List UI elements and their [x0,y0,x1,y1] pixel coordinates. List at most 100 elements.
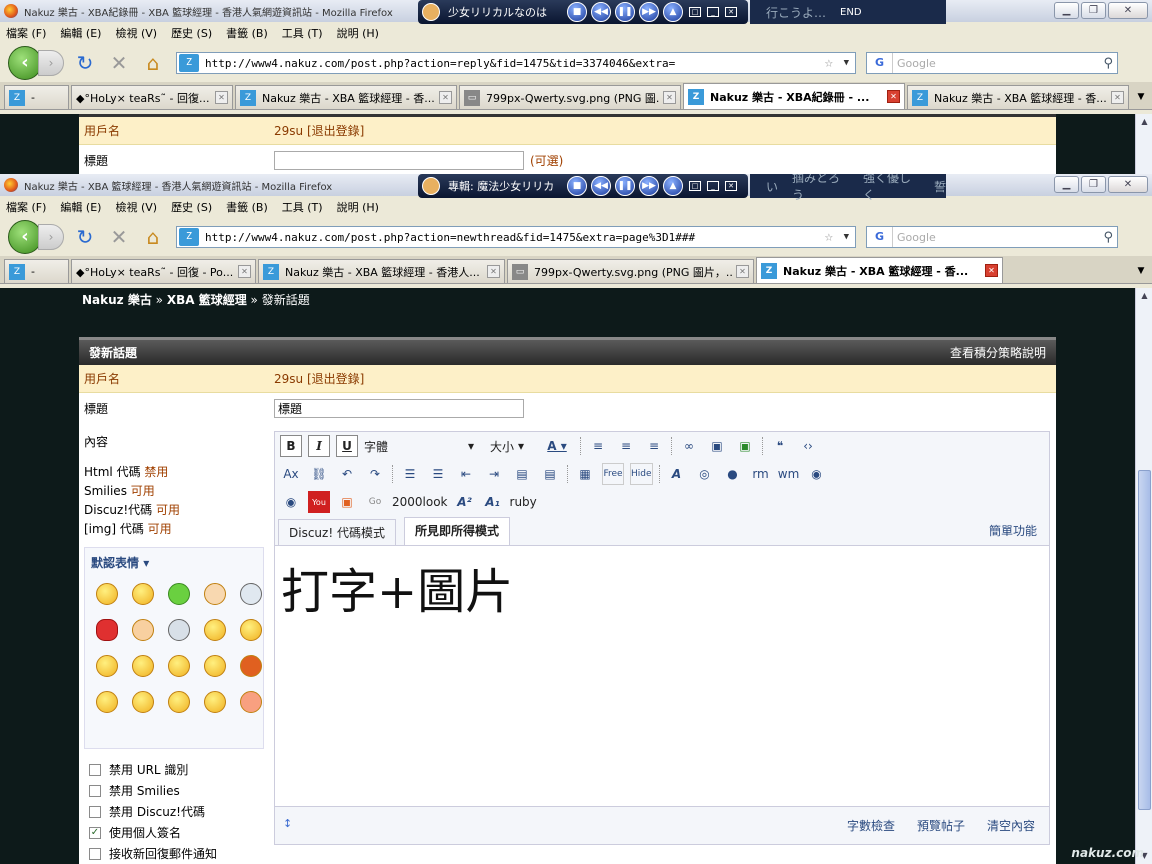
forward-button[interactable]: › [38,50,64,76]
tab-5[interactable]: Z Nakuz 樂古 - XBA紀錄冊 - ... ✕ [683,83,905,109]
happy-icon[interactable] [168,655,190,677]
underline-button[interactable]: U [336,435,358,457]
indent-icon[interactable]: ⇥ [483,463,505,485]
pause-icon[interactable]: ❚❚ [615,2,635,22]
back-button[interactable]: ‹ [8,46,42,80]
outdent-icon[interactable]: ⇤ [455,463,477,485]
link-icon[interactable]: ∞ [678,435,700,457]
tab-close-icon[interactable]: ✕ [215,91,228,104]
scroll-up-icon[interactable]: ▲ [1136,114,1152,130]
checkbox-checked[interactable]: ✓ [89,826,101,839]
ruby-button[interactable]: ruby [510,491,537,513]
forward-button[interactable]: › [38,224,64,250]
scrollbar[interactable]: ▲ ▼ [1135,288,1152,864]
option-disable-smilies[interactable]: 禁用 Smilies [84,780,269,801]
google-icon[interactable]: Go [364,491,386,513]
close-button[interactable]: ✕ [1108,176,1148,193]
breadcrumb-site[interactable]: Nakuz 樂古 [82,293,152,307]
image-icon[interactable]: ▣ [706,435,728,457]
ordered-list-icon[interactable]: ☰ [399,463,421,485]
reload-icon[interactable]: ↻ [72,225,98,249]
tab-close-icon[interactable]: ✕ [736,265,749,278]
tab-1[interactable]: Z- [4,85,69,109]
sad-icon[interactable] [132,655,154,677]
checkbox[interactable] [89,805,101,818]
stop-icon[interactable]: ✕ [106,51,132,75]
credit-policy-link[interactable]: 查看積分策略說明 [950,344,1046,361]
code-icon[interactable]: ‹› [797,435,819,457]
menu-view[interactable]: 檢視 (V) [115,25,157,41]
tab-close-icon[interactable]: ✕ [487,265,500,278]
menu-file[interactable]: 檔案 (F) [6,25,46,41]
video-icon[interactable]: ▣ [336,491,358,513]
scroll-thumb[interactable] [1138,470,1151,810]
menu-file[interactable]: 檔案 (F) [6,199,46,215]
align-left-icon[interactable]: ≡ [587,435,609,457]
scrollbar[interactable]: ▲ [1135,114,1152,174]
tab-close-icon[interactable]: ✕ [439,91,452,104]
media-icon[interactable]: ◉ [806,463,828,485]
checkbox[interactable] [89,763,101,776]
unordered-list-icon[interactable]: ☰ [427,463,449,485]
tab-wysiwyg-mode[interactable]: 所見即所得模式 [403,517,510,545]
hide-icon[interactable]: Hide [630,463,653,485]
menu-help[interactable]: 說明 (H) [337,25,379,41]
url-dropdown-icon[interactable]: ▼ [844,232,849,242]
phone-icon[interactable] [168,619,190,641]
player-minimize-icon[interactable]: _ [707,181,719,191]
option-disable-url[interactable]: 禁用 URL 識別 [84,759,269,780]
wmv-icon[interactable]: wm [778,463,800,485]
menu-history[interactable]: 歷史 (S) [171,199,212,215]
float-left-icon[interactable]: ▤ [511,463,533,485]
menu-view[interactable]: 檢視 (V) [115,199,157,215]
scroll-up-icon[interactable]: ▲ [1136,288,1152,304]
smilies-header[interactable]: 默認表情 ▾ [91,554,257,571]
tab-2[interactable]: ◆°HoLy× teaRs˜ - 回復... ✕ [71,85,233,109]
menu-edit[interactable]: 編輯 (E) [60,25,101,41]
close-button[interactable]: ✕ [1108,2,1148,19]
eject-icon[interactable]: ▲ [663,176,683,196]
shocked-icon[interactable] [240,691,262,713]
tab-6[interactable]: Z Nakuz 樂古 - XBA 籃球經理 - 香... ✕ [907,85,1129,109]
menu-tools[interactable]: 工具 (T) [282,199,323,215]
bold-button[interactable]: B [280,435,302,457]
sly-icon[interactable] [204,691,226,713]
tab-4[interactable]: ▭ 799px-Qwerty.svg.png (PNG 圖片，... ✕ [507,259,754,283]
url-dropdown-icon[interactable]: ▼ [844,58,849,68]
menu-edit[interactable]: 編輯 (E) [60,199,101,215]
menu-bookmarks[interactable]: 書籤 (B) [226,25,268,41]
tab-close-icon[interactable]: ✕ [1111,91,1124,104]
youtube-icon[interactable]: You [308,491,330,513]
forward-icon[interactable]: ▶▶ [639,176,659,196]
laugh-icon[interactable] [240,619,262,641]
home-icon[interactable]: ⌂ [140,51,166,75]
google-icon[interactable]: G [867,53,893,73]
superscript-icon[interactable]: A² [454,491,476,513]
wink-icon[interactable] [204,619,226,641]
tab-1[interactable]: Z- [4,259,69,283]
user-value[interactable]: 29su [退出登錄] [274,122,364,139]
undo-icon[interactable]: ↶ [336,463,358,485]
quote-icon[interactable]: ❝ [769,435,791,457]
char-count-button[interactable]: 字數檢查 [847,817,895,834]
player-restore-icon[interactable]: □ [689,181,701,191]
grin-icon[interactable] [132,583,154,605]
insert-image-icon[interactable]: ▣ [734,435,756,457]
option-email-notify[interactable]: 接收新回復郵件通知 [84,843,269,864]
2000look-button[interactable]: 2000look [392,491,448,513]
victory-hand-icon[interactable] [204,583,226,605]
player-minimize-icon[interactable]: _ [707,7,719,17]
subscript-icon[interactable]: A₁ [482,491,504,513]
pause-icon[interactable]: ❚❚ [615,176,635,196]
font-color-icon[interactable]: A ▾ [540,435,574,457]
home-icon[interactable]: ⌂ [140,225,166,249]
menu-history[interactable]: 歷史 (S) [171,25,212,41]
rewind-icon[interactable]: ◀◀ [591,176,611,196]
eject-icon[interactable]: ▲ [663,2,683,22]
tab-close-icon[interactable]: ✕ [887,90,900,103]
breadcrumb-forum[interactable]: XBA 籃球經理 [167,293,247,307]
minimize-button[interactable]: ▁ [1054,2,1079,19]
bookmark-star-icon[interactable]: ☆ [825,229,833,245]
menu-tools[interactable]: 工具 (T) [282,25,323,41]
tab-close-icon[interactable]: ✕ [663,91,676,104]
